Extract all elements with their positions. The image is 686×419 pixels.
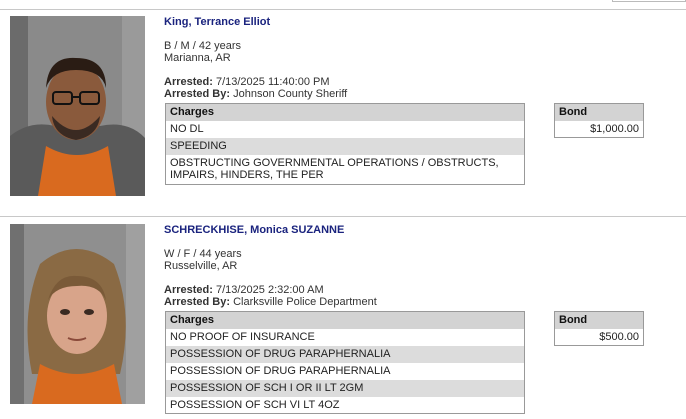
demographics: W / F / 44 years — [164, 248, 242, 260]
arrested-label: Arrested: — [164, 284, 213, 296]
arrested-date: 7/13/2025 11:40:00 PM — [215, 76, 330, 88]
top-control-edge[interactable] — [612, 0, 686, 2]
charge-row: POSSESSION OF DRUG PARAPHERNALIA — [170, 364, 391, 377]
charge-row: OBSTRUCTING GOVERNMENTAL OPERATIONS / OB… — [170, 156, 499, 181]
charge-row: POSSESSION OF DRUG PARAPHERNALIA — [165, 345, 525, 363]
bond-table: Bond $1,000.00 — [554, 103, 644, 138]
demographics: B / M / 42 years — [164, 40, 242, 52]
charges-header: Charges — [165, 311, 525, 329]
arrested-date-line: Arrested: 7/13/2025 11:40:00 PM — [164, 76, 330, 88]
bond-header: Bond — [554, 103, 644, 121]
arresting-agency: Johnson County Sheriff — [233, 88, 348, 100]
residence-location: Russelville, AR — [164, 260, 238, 272]
bond-amount: $1,000.00 — [590, 122, 639, 135]
charges-header: Charges — [165, 103, 525, 121]
charges-table: Charges NO DL SPEEDING OBSTRUCTING GOVER… — [165, 103, 525, 185]
charge-row: NO DL — [170, 122, 204, 135]
residence-location: Marianna, AR — [164, 52, 231, 64]
top-divider — [0, 9, 686, 10]
inmate-name-link[interactable]: SCHRECKHISE, Monica SUZANNE — [164, 224, 344, 236]
mugshot-photo[interactable] — [10, 16, 145, 196]
mugshot-photo[interactable] — [10, 224, 145, 404]
charge-row: POSSESSION OF SCH VI LT 4OZ — [170, 398, 340, 411]
arrested-label: Arrested: — [164, 76, 213, 88]
record-divider — [0, 216, 686, 217]
arresting-agency: Clarksville Police Department — [233, 296, 377, 308]
arrested-by-label: Arrested By: — [164, 88, 231, 100]
arresting-agency-line: Arrested By: Johnson County Sheriff — [164, 88, 347, 100]
arrested-by-label: Arrested By: — [164, 296, 231, 308]
arresting-agency-line: Arrested By: Clarksville Police Departme… — [164, 296, 377, 308]
inmate-name-link[interactable]: King, Terrance Elliot — [164, 16, 270, 28]
charges-table: Charges NO PROOF OF INSURANCE POSSESSION… — [165, 311, 525, 414]
bond-table: Bond $500.00 — [554, 311, 644, 346]
arrested-date-line: Arrested: 7/13/2025 2:32:00 AM — [164, 284, 324, 296]
charge-row: NO PROOF OF INSURANCE — [170, 330, 315, 343]
charge-row: POSSESSION OF SCH I OR II LT 2GM — [165, 379, 525, 397]
arrested-date: 7/13/2025 2:32:00 AM — [215, 284, 324, 296]
bond-header: Bond — [554, 311, 644, 329]
charge-row: SPEEDING — [165, 137, 525, 155]
bond-amount: $500.00 — [599, 330, 639, 343]
